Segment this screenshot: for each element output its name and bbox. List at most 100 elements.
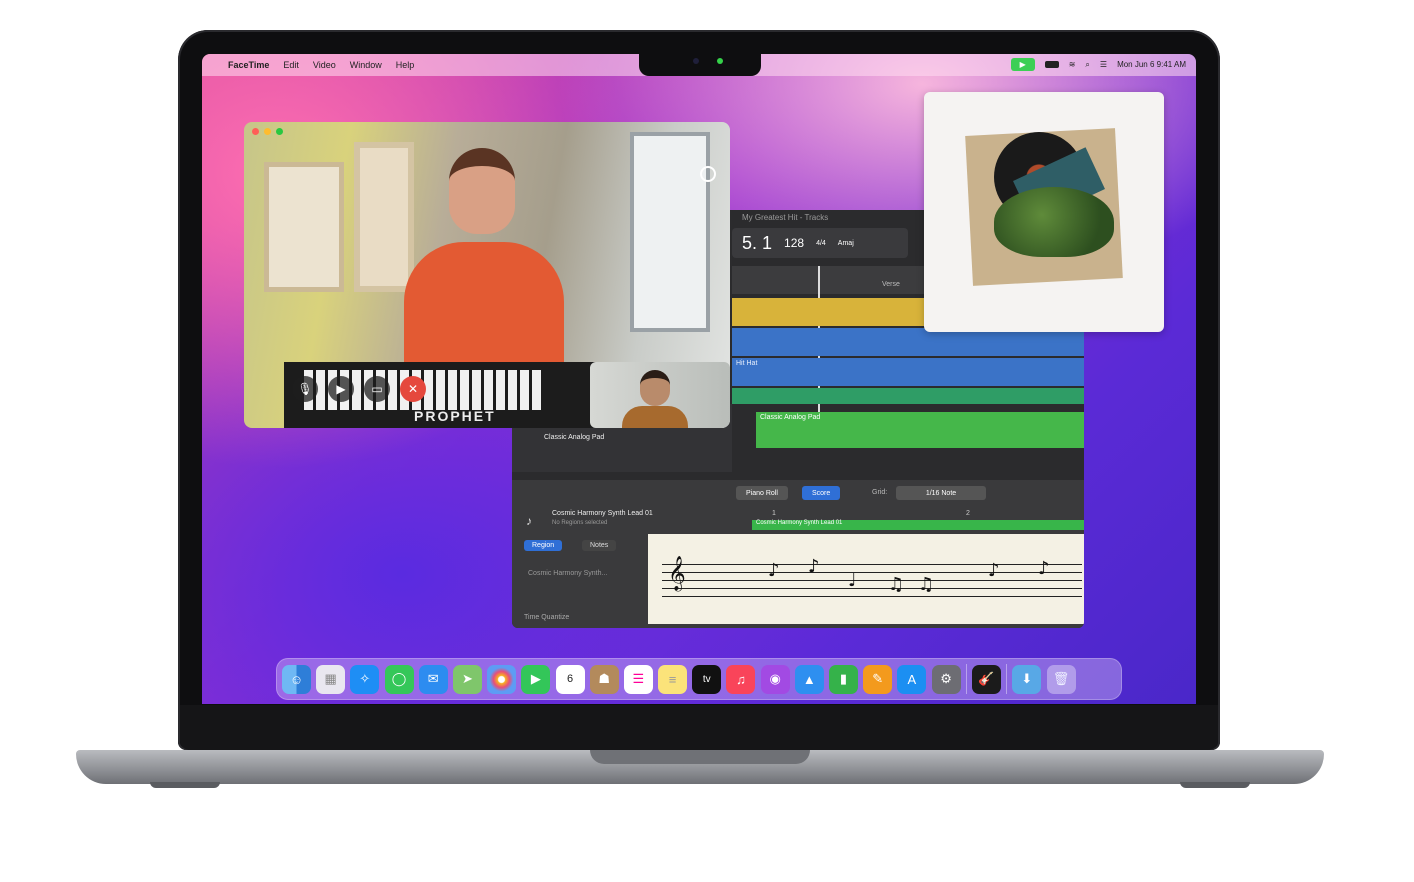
share-screen-icon[interactable]: ▭	[364, 376, 390, 402]
system-preferences-icon[interactable]: ⚙	[931, 664, 961, 694]
lcd-tempo: 128	[784, 236, 805, 250]
score-editor: Piano Roll Score Grid: 1/16 Note ♪ Cosmi…	[512, 480, 1084, 628]
score-note: ♫	[888, 574, 905, 595]
score-note: ♪	[808, 556, 820, 577]
maps-icon[interactable]: ➤	[452, 664, 482, 694]
instrument-field[interactable]: Cosmic Harmony Synth...	[528, 570, 607, 577]
album-art-window[interactable]	[924, 92, 1164, 332]
tab-score[interactable]: Score	[802, 486, 841, 500]
dock-separator	[965, 664, 967, 694]
camera-icon	[693, 58, 699, 64]
downloads-icon[interactable]: ⬇	[1012, 664, 1042, 694]
score-staff[interactable]: 𝄞 ♪ ♪ ♩ ♫ ♫ ♪ ♪	[648, 534, 1084, 624]
pages-icon[interactable]: ✎	[863, 664, 893, 694]
treble-clef-icon: 𝄞	[668, 556, 686, 591]
facetime-icon[interactable]: ▶	[521, 664, 551, 694]
score-region-header[interactable]: Cosmic Harmony Synth Lead 01	[752, 520, 1084, 530]
track-region-synth[interactable]	[732, 388, 1084, 404]
lcd-signature: 4/4	[816, 239, 826, 247]
instrument-name: Cosmic Harmony Synth Lead 01	[552, 510, 653, 517]
music-icon[interactable]: ♫	[726, 664, 756, 694]
menu-clock[interactable]: Mon Jun 6 9:41 AM	[1117, 60, 1186, 69]
numbers-icon[interactable]: ▮	[829, 664, 858, 694]
desktop-screen: FaceTime Edit Video Window Help ▶ ≋ ⌕ ☰ …	[202, 54, 1196, 704]
trash-icon[interactable]: 🗑	[1046, 664, 1076, 694]
staff-line	[662, 596, 1082, 597]
end-call-icon[interactable]: ✕	[400, 376, 426, 402]
grid-select[interactable]: 1/16 Note	[896, 486, 986, 500]
region-button[interactable]: Region	[524, 540, 563, 551]
safari-icon[interactable]: ✧	[350, 664, 380, 694]
lcd-display[interactable]: 5. 1 128 4/4 Amaj	[732, 228, 908, 258]
self-view-face	[640, 370, 670, 406]
staff-line	[662, 572, 1082, 573]
laptop-foot	[1180, 782, 1250, 788]
lcd-key: Amaj	[837, 239, 854, 247]
menu-item-help[interactable]: Help	[396, 60, 415, 70]
messages-icon[interactable]: ◯	[384, 664, 414, 694]
video-effects-icon[interactable]	[700, 166, 716, 182]
instrument-icon: ♪	[526, 514, 532, 528]
track-label: Hit Hat	[736, 360, 758, 367]
score-note: ♪	[988, 560, 1000, 581]
contacts-icon[interactable]: ☗	[589, 664, 619, 694]
lcd-position: 5. 1	[742, 232, 773, 253]
track-region-audio-2[interactable]: Hit Hat	[732, 358, 1084, 386]
podcasts-icon[interactable]: ◉	[760, 664, 790, 694]
caller-video	[404, 242, 564, 382]
laptop-foot	[150, 782, 220, 788]
staff-line	[662, 580, 1082, 581]
control-center-icon[interactable]: ☰	[1100, 60, 1107, 69]
camera-notch	[639, 50, 761, 76]
menu-item-edit[interactable]: Edit	[283, 60, 299, 70]
bar-number: 1	[772, 510, 776, 517]
background-canvas	[354, 142, 414, 292]
score-note: ♩	[848, 570, 857, 591]
score-note: ♫	[918, 574, 935, 595]
launchpad-icon[interactable]: ▦	[316, 664, 346, 694]
track-region-pad[interactable]: Classic Analog Pad	[756, 412, 1084, 448]
track-region-audio-1[interactable]	[732, 328, 1084, 356]
app-store-icon[interactable]: A	[897, 664, 927, 694]
reminders-icon[interactable]: ☰	[623, 664, 653, 694]
mail-icon[interactable]: ✉	[418, 664, 448, 694]
close-icon[interactable]	[252, 128, 259, 135]
background-window	[630, 132, 710, 332]
menu-item-window[interactable]: Window	[350, 60, 382, 70]
keyboard-brand: PROPHET	[414, 408, 496, 424]
self-view-pip[interactable]	[590, 362, 730, 428]
self-view-body	[622, 406, 688, 428]
score-note: ♪	[768, 560, 780, 581]
finder-icon[interactable]: ☺	[282, 664, 311, 694]
camera-toggle-icon[interactable]: ▶	[328, 376, 354, 402]
bar-number: 2	[966, 510, 970, 517]
caller-face	[449, 148, 515, 234]
photos-icon[interactable]	[487, 664, 517, 694]
battery-icon[interactable]	[1044, 61, 1059, 68]
keynote-icon[interactable]: ▲	[794, 664, 824, 694]
wifi-icon[interactable]: ≋	[1069, 60, 1076, 69]
tab-piano-roll[interactable]: Piano Roll	[736, 486, 788, 500]
staff-line	[662, 564, 1082, 565]
dock: ☺ ▦ ✧ ◯ ✉ ➤ ▶ 6 ☗ ☰ ≡ tv ♫ ◉ ▲ ▮ ✎ A ⚙ 🎸…	[276, 658, 1122, 700]
facetime-window[interactable]: PROPHET 🎙 ▶ ▭ ✕	[244, 122, 730, 428]
menu-item-video[interactable]: Video	[313, 60, 336, 70]
track-name: Classic Analog Pad	[544, 434, 605, 441]
facetime-status-icon[interactable]: ▶	[1010, 58, 1035, 71]
no-regions-text: No Regions selected	[552, 520, 608, 526]
tv-icon[interactable]: tv	[692, 664, 722, 694]
minimize-icon[interactable]	[264, 128, 271, 135]
mute-microphone-icon[interactable]: 🎙	[292, 376, 318, 402]
calendar-icon[interactable]: 6	[555, 664, 585, 694]
fullscreen-icon[interactable]	[276, 128, 283, 135]
garageband-icon[interactable]: 🎸	[971, 664, 1001, 694]
dock-separator	[1006, 664, 1008, 694]
spotlight-search-icon[interactable]: ⌕	[1085, 60, 1089, 70]
notes-button[interactable]: Notes	[582, 540, 617, 551]
window-traffic-lights[interactable]	[252, 128, 283, 135]
background-canvas	[264, 162, 344, 292]
menu-app-name[interactable]: FaceTime	[228, 60, 269, 70]
laptop-opening-notch	[590, 750, 810, 764]
notes-icon[interactable]: ≡	[658, 664, 688, 694]
laptop-chin	[180, 705, 1218, 750]
